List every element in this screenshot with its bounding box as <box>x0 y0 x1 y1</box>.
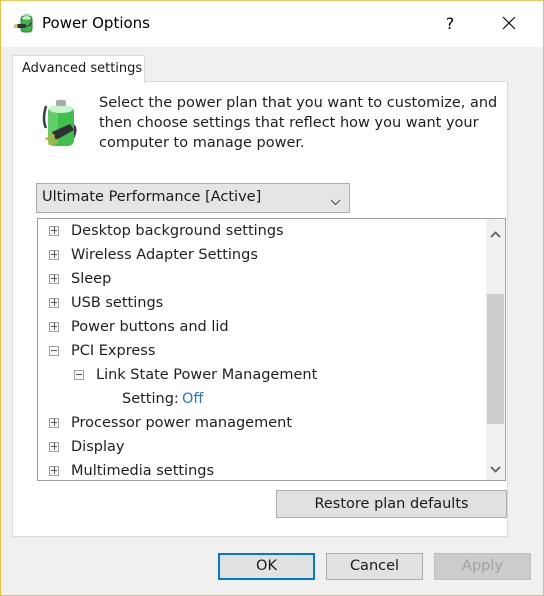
tree-item-power-buttons[interactable]: Power buttons and lid <box>38 315 478 339</box>
tab-advanced-settings[interactable]: Advanced settings <box>12 55 145 83</box>
collapse-minus-icon[interactable] <box>49 346 59 356</box>
tree-item-label: Link State Power Management <box>96 367 318 383</box>
expand-plus-icon[interactable] <box>49 442 59 452</box>
tree-item-multimedia[interactable]: Multimedia settings <box>38 459 478 480</box>
vertical-scrollbar[interactable] <box>486 219 505 480</box>
selected-plan: Ultimate Performance [Active] <box>42 189 262 205</box>
tree-item-label: Processor power management <box>71 415 293 431</box>
expand-plus-icon[interactable] <box>49 298 59 308</box>
expand-plus-icon[interactable] <box>49 226 59 236</box>
close-button[interactable] <box>487 8 531 40</box>
tree-item-label: Wireless Adapter Settings <box>71 247 258 263</box>
power-plan-dropdown[interactable]: Ultimate Performance [Active] <box>36 183 350 213</box>
power-plug-battery-icon <box>13 13 35 35</box>
chevron-down-icon <box>330 194 341 210</box>
setting-label: Setting: <box>122 391 179 407</box>
tree-item-label: Sleep <box>71 271 112 287</box>
expand-plus-icon[interactable] <box>49 466 59 476</box>
help-button[interactable]: ? <box>431 8 469 40</box>
expand-plus-icon[interactable] <box>49 418 59 428</box>
scrollbar-thumb[interactable] <box>487 294 504 424</box>
title-bar: Power Options ? <box>1 1 543 47</box>
setting-value-link[interactable]: Off <box>182 387 203 411</box>
tree-item-label: Desktop background settings <box>71 223 284 239</box>
dialog-client-area: Advanced settings Select the power plan … <box>1 47 543 595</box>
tree-item-link-state-power[interactable]: Link State Power Management <box>38 363 478 387</box>
tree-item-sleep[interactable]: Sleep <box>38 267 478 291</box>
tree-item-label: Display <box>71 439 125 455</box>
power-options-dialog: Power Options ? Advanced settings Select… <box>0 0 544 596</box>
chevron-up-icon[interactable] <box>490 226 501 242</box>
tree-item-desktop-background[interactable]: Desktop background settings <box>38 219 478 243</box>
expand-plus-icon[interactable] <box>49 250 59 260</box>
battery-plug-icon <box>40 98 80 154</box>
tree-item-processor-power[interactable]: Processor power management <box>38 411 478 435</box>
cancel-button[interactable]: Cancel <box>326 553 423 580</box>
tree-item-setting: Setting: Off <box>38 387 478 411</box>
restore-plan-defaults-button[interactable]: Restore plan defaults <box>276 490 507 518</box>
help-glyph: ? <box>445 14 455 33</box>
tree-item-label: Power buttons and lid <box>71 319 229 335</box>
tree-item-usb-settings[interactable]: USB settings <box>38 291 478 315</box>
tree-item-wireless-adapter[interactable]: Wireless Adapter Settings <box>38 243 478 267</box>
collapse-minus-icon[interactable] <box>74 370 84 380</box>
advanced-settings-panel: Select the power plan that you want to c… <box>12 81 508 537</box>
description-text: Select the power plan that you want to c… <box>99 95 498 151</box>
tree-item-label: Multimedia settings <box>71 463 215 479</box>
expand-plus-icon[interactable] <box>49 274 59 284</box>
window-title: Power Options <box>42 14 150 32</box>
tree-item-pci-express[interactable]: PCI Express <box>38 339 478 363</box>
settings-tree[interactable]: Desktop background settings Wireless Ada… <box>37 218 506 481</box>
tree-item-label: USB settings <box>71 295 164 311</box>
tab-label: Advanced settings <box>22 61 143 76</box>
close-icon <box>502 16 516 30</box>
tree-item-label: PCI Express <box>71 343 156 359</box>
ok-button[interactable]: OK <box>218 553 315 580</box>
apply-button[interactable]: Apply <box>434 553 531 580</box>
expand-plus-icon[interactable] <box>49 322 59 332</box>
tree-item-display[interactable]: Display <box>38 435 478 459</box>
chevron-down-icon[interactable] <box>490 461 501 477</box>
